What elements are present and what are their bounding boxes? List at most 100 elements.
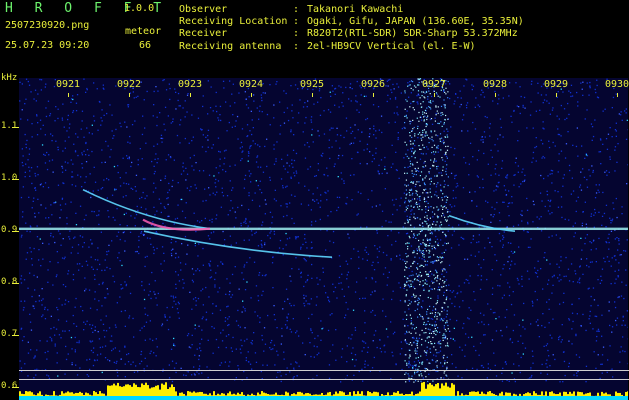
noise-dot <box>273 117 275 119</box>
carrier-line <box>19 227 628 231</box>
noise-dot <box>244 289 247 291</box>
burst-dot <box>409 84 411 86</box>
noise-dot <box>282 308 284 310</box>
burst-dot <box>431 138 433 141</box>
noise-dot <box>174 218 177 220</box>
noise-dot <box>341 288 343 290</box>
noise-dot <box>459 346 461 348</box>
burst-dot <box>420 103 422 105</box>
noise-dot <box>33 307 35 310</box>
noise-dot <box>216 214 218 216</box>
burst-dot <box>447 91 449 93</box>
noise-dot <box>81 265 83 267</box>
noise-dot <box>460 103 462 106</box>
noise-dot <box>191 308 193 310</box>
noise-dot <box>518 324 520 326</box>
noise-dot <box>219 158 221 160</box>
noise-dot <box>590 305 592 307</box>
noise-dot <box>523 96 526 99</box>
noise-dot <box>181 243 183 245</box>
burst-dot <box>442 320 444 322</box>
noise-dot <box>547 199 549 202</box>
noise-dot <box>346 274 348 276</box>
noise-dot <box>29 313 31 315</box>
noise-dot <box>338 255 341 257</box>
noise-dot <box>88 132 90 134</box>
noise-dot <box>143 289 145 291</box>
noise-dot <box>310 247 313 249</box>
noise-dot <box>428 172 430 174</box>
burst-dot <box>417 280 420 282</box>
noise-dot <box>413 286 415 288</box>
burst-dot <box>410 224 412 226</box>
burst-dot <box>425 165 427 167</box>
burst-dot <box>414 135 416 137</box>
noise-dot <box>241 345 243 347</box>
noise-dot <box>245 218 247 221</box>
noise-dot <box>347 308 349 310</box>
noise-dot <box>394 98 397 100</box>
noise-dot <box>104 336 106 338</box>
noise-dot <box>231 126 233 128</box>
noise-dot <box>94 298 96 300</box>
noise-dot <box>150 350 152 352</box>
burst-dot <box>404 373 406 375</box>
noise-dot <box>142 225 144 228</box>
noise-dot <box>208 296 210 298</box>
noise-dot <box>491 269 493 271</box>
noise-dot <box>576 313 578 315</box>
noise-dot <box>153 165 155 167</box>
noise-dot <box>83 78 85 80</box>
noise-dot <box>155 231 157 233</box>
noise-dot <box>450 172 453 174</box>
noise-dot <box>141 281 143 283</box>
burst-dot <box>433 207 435 209</box>
noise-dot <box>214 286 216 288</box>
noise-dot <box>54 202 56 204</box>
noise-dot <box>472 238 474 240</box>
burst-dot <box>413 85 416 87</box>
noise-dot <box>345 117 348 119</box>
burst-dot <box>434 213 436 215</box>
noise-dot <box>369 151 371 153</box>
noise-dot <box>426 350 428 352</box>
noise-dot <box>499 134 501 136</box>
noise-dot <box>290 176 292 178</box>
noise-dot <box>72 176 74 178</box>
noise-dot <box>317 335 319 337</box>
noise-dot <box>602 191 604 194</box>
noise-dot <box>346 374 348 377</box>
burst-dot <box>429 232 431 234</box>
noise-dot <box>519 371 521 374</box>
noise-dot <box>257 184 259 187</box>
noise-dot <box>530 101 532 103</box>
burst-dot <box>430 178 432 180</box>
burst-dot <box>412 128 414 130</box>
burst-dot <box>404 275 406 278</box>
burst-dot <box>438 229 440 232</box>
noise-dot <box>348 337 350 339</box>
burst-dot <box>440 262 442 264</box>
noise-dot <box>160 179 162 181</box>
noise-dot <box>494 168 496 170</box>
noise-dot <box>135 190 137 192</box>
noise-dot <box>397 137 399 139</box>
noise-dot <box>575 210 577 213</box>
noise-dot <box>569 169 571 172</box>
noise-dot <box>220 206 222 208</box>
noise-dot <box>71 246 74 248</box>
noise-dot <box>292 117 294 119</box>
noise-dot <box>497 284 499 287</box>
noise-dot <box>411 296 413 298</box>
noise-dot <box>416 353 418 355</box>
noise-dot <box>404 333 406 335</box>
noise-dot <box>546 343 549 345</box>
noise-dot <box>395 363 397 366</box>
noise-dot <box>310 355 312 358</box>
noise-dot <box>229 180 231 182</box>
noise-dot <box>155 338 157 340</box>
noise-dot <box>229 235 231 237</box>
noise-dot <box>430 288 432 290</box>
noise-dot <box>484 115 486 118</box>
noise-dot <box>371 190 373 192</box>
